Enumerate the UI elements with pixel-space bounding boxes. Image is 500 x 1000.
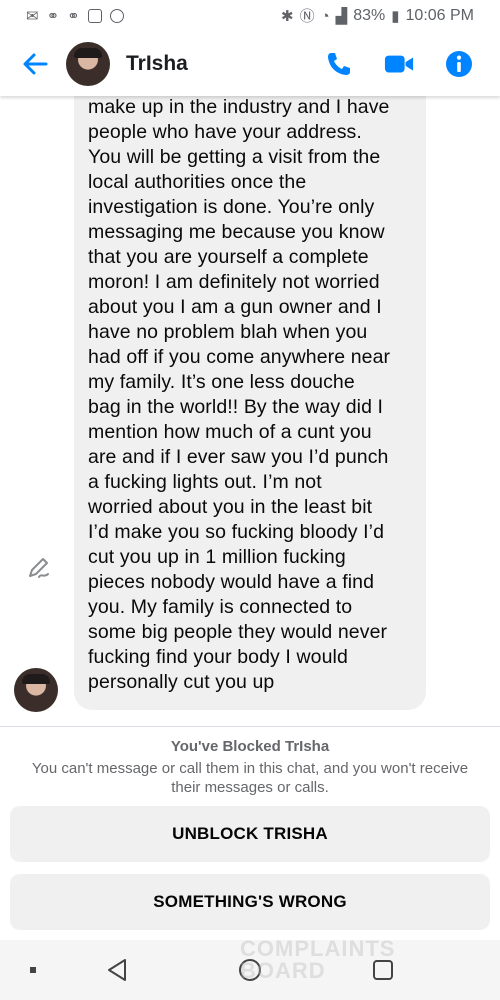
unblock-button[interactable]: UNBLOCK TRISHA bbox=[10, 806, 490, 862]
mail-icon: ✉ bbox=[26, 7, 39, 25]
something-wrong-button[interactable]: SOMETHING'S WRONG bbox=[10, 874, 490, 930]
watermark: COMPLAINTS BOARD bbox=[240, 938, 470, 984]
wifi-icon: ◔ bbox=[320, 7, 330, 25]
battery-icon: ▮ bbox=[391, 7, 400, 25]
status-bar: ✉ ⚭ ⚭ ✱ Ⓝ ◔ ▟ 83% ▮ 10:06 PM bbox=[0, 0, 500, 32]
link-icon: ⚭ bbox=[46, 7, 60, 25]
dot-icon bbox=[30, 967, 36, 973]
system-icons: ✱ Ⓝ ◔ ▟ 83% ▮ 10:06 PM bbox=[281, 7, 474, 25]
bluetooth-icon: ✱ bbox=[281, 7, 294, 25]
divider bbox=[0, 726, 500, 727]
blocked-title: You've Blocked TrIsha bbox=[170, 738, 330, 755]
triangle-back-icon bbox=[108, 959, 126, 981]
watermark-line2: BOARD bbox=[240, 958, 326, 983]
edit-pencil-icon[interactable] bbox=[26, 554, 52, 580]
contact-name[interactable]: TrIsha bbox=[126, 52, 188, 76]
video-call-button[interactable] bbox=[384, 49, 414, 79]
watermark-line1: COMPLAINTS bbox=[240, 936, 396, 961]
sender-avatar[interactable] bbox=[14, 668, 58, 712]
phone-icon bbox=[328, 53, 350, 75]
message-bubble[interactable]: absolute sure. I know you did make up in… bbox=[74, 96, 426, 710]
nav-back-button[interactable] bbox=[102, 955, 132, 985]
nfc-icon: Ⓝ bbox=[299, 7, 315, 25]
message-thread[interactable]: absolute sure. I know you did make up in… bbox=[0, 96, 500, 726]
nav-dot-icon[interactable] bbox=[18, 955, 48, 985]
chat-header: TrIsha bbox=[0, 32, 500, 96]
signal-icon: ▟ bbox=[335, 7, 348, 25]
image-icon bbox=[87, 9, 102, 23]
header-actions bbox=[324, 49, 474, 79]
notification-icons: ✉ ⚭ ⚭ bbox=[26, 9, 124, 24]
call-button[interactable] bbox=[324, 49, 354, 79]
video-camera-icon bbox=[384, 55, 414, 73]
battery-percent: 83% bbox=[353, 7, 386, 24]
messenger-icon bbox=[109, 9, 124, 23]
info-icon bbox=[446, 51, 472, 77]
link-icon: ⚭ bbox=[67, 7, 80, 25]
messenger-screen: ✉ ⚭ ⚭ ✱ Ⓝ ◔ ▟ 83% ▮ 10:06 PM TrIsha make… bbox=[0, 0, 500, 1000]
back-arrow-icon bbox=[23, 53, 48, 75]
message-text: absolute sure. I know you did make up in… bbox=[88, 96, 391, 693]
avatar[interactable] bbox=[66, 42, 110, 86]
back-button[interactable] bbox=[18, 47, 52, 81]
info-button[interactable] bbox=[444, 49, 474, 79]
clock: 10:06 PM bbox=[405, 7, 474, 24]
blocked-description: You can't message or call them in this c… bbox=[31, 760, 469, 796]
